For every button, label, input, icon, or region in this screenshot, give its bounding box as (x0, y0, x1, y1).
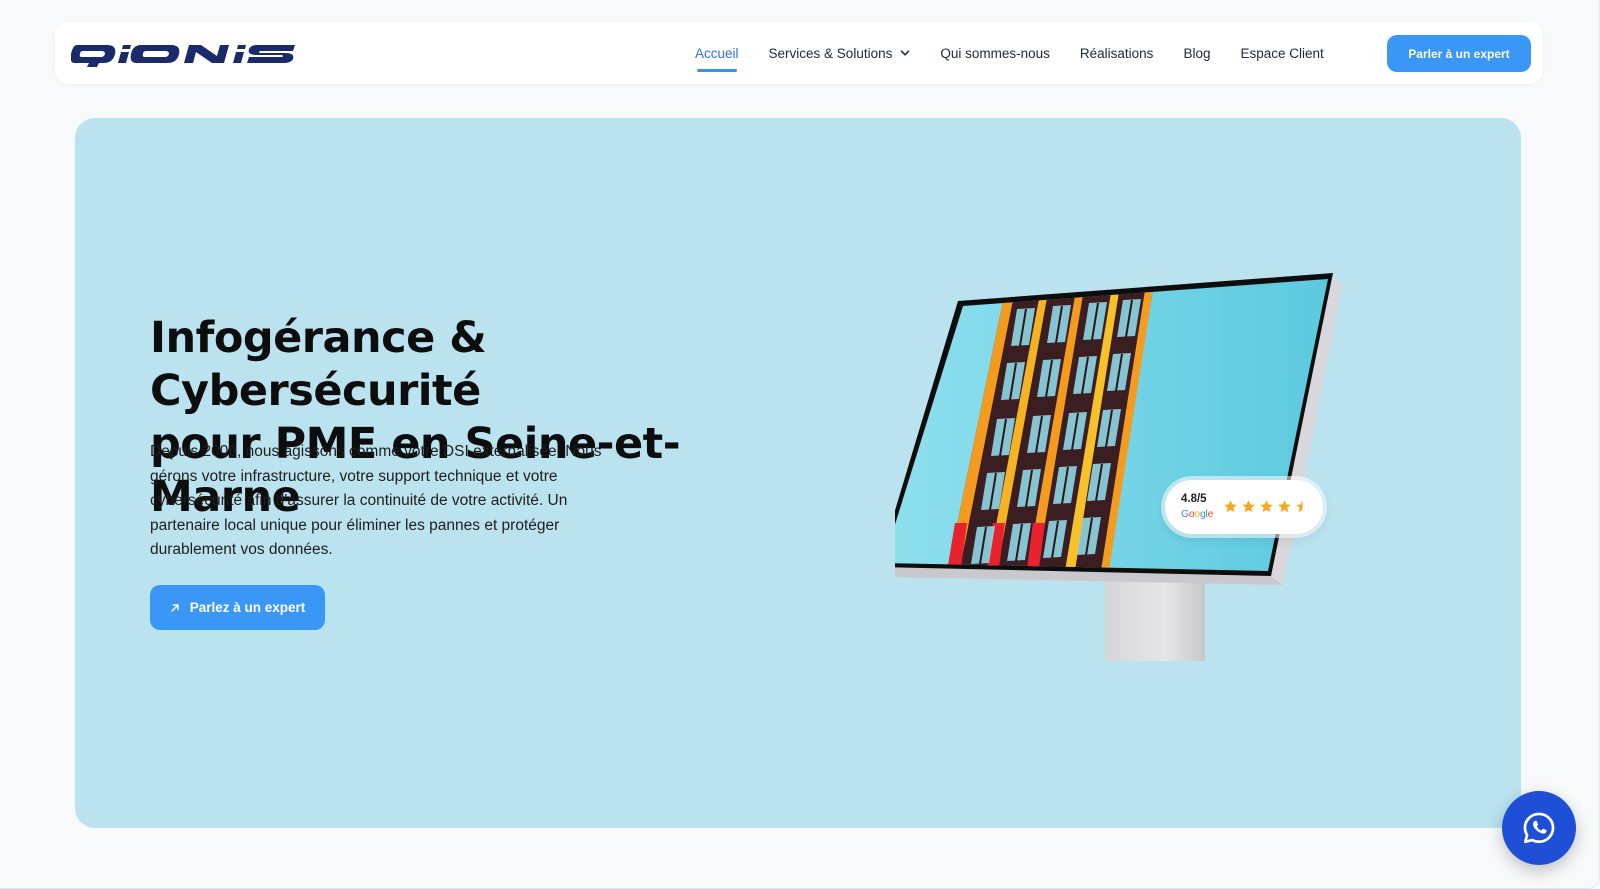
whatsapp-icon (1523, 812, 1555, 844)
hero-expert-button[interactable]: Parlez à un expert (150, 585, 325, 630)
star-icon (1260, 500, 1273, 513)
hero-title-line-1: Infogérance & Cybersécurité (150, 313, 487, 416)
talk-to-expert-button[interactable]: Parler à un expert (1387, 35, 1531, 72)
star-icon (1278, 500, 1291, 513)
nav-item-services[interactable]: Services & Solutions (769, 46, 911, 61)
hero-section: Infogérance & Cybersécurité pour PME en … (75, 118, 1521, 828)
nav-item-label: Qui sommes-nous (940, 45, 1050, 61)
whatsapp-button[interactable] (1502, 791, 1576, 865)
nav-item-label: Réalisations (1079, 45, 1154, 61)
nav-item-accueil[interactable]: Accueil (695, 45, 739, 72)
main-nav: Accueil Services & Solutions Qui sommes-… (695, 22, 1354, 84)
google-logo: Google (1181, 508, 1214, 520)
navbar: Accueil Services & Solutions Qui sommes-… (55, 22, 1543, 84)
monitor-stand (1105, 573, 1205, 661)
rating-value: 4.8/5 (1181, 493, 1207, 505)
nav-item-espace-client[interactable]: Espace Client (1240, 46, 1323, 61)
nav-item-label: Services & Solutions (768, 45, 893, 61)
chevron-down-icon (901, 50, 910, 56)
nav-item-blog[interactable]: Blog (1183, 46, 1210, 61)
star-icon (1224, 500, 1237, 513)
nav-item-label: Accueil (695, 45, 739, 61)
hero-cta-label: Parlez à un expert (189, 600, 306, 615)
nav-item-label: Espace Client (1240, 45, 1324, 61)
monitor-illustration (895, 273, 1343, 661)
nav-item-realisations[interactable]: Réalisations (1080, 46, 1154, 61)
star-half-icon (1296, 500, 1303, 513)
google-rating-badge: 4.8/5 Google (1165, 480, 1323, 534)
star-icon (1242, 500, 1255, 513)
nav-item-qui-sommes-nous[interactable]: Qui sommes-nous (940, 46, 1050, 61)
logo[interactable] (71, 43, 297, 67)
arrow-up-right-icon (171, 603, 179, 612)
nav-item-label: Blog (1183, 45, 1211, 61)
hero-description: Depuis 2008, nous agissons comme votre D… (150, 443, 602, 558)
star-rating (1223, 499, 1313, 514)
